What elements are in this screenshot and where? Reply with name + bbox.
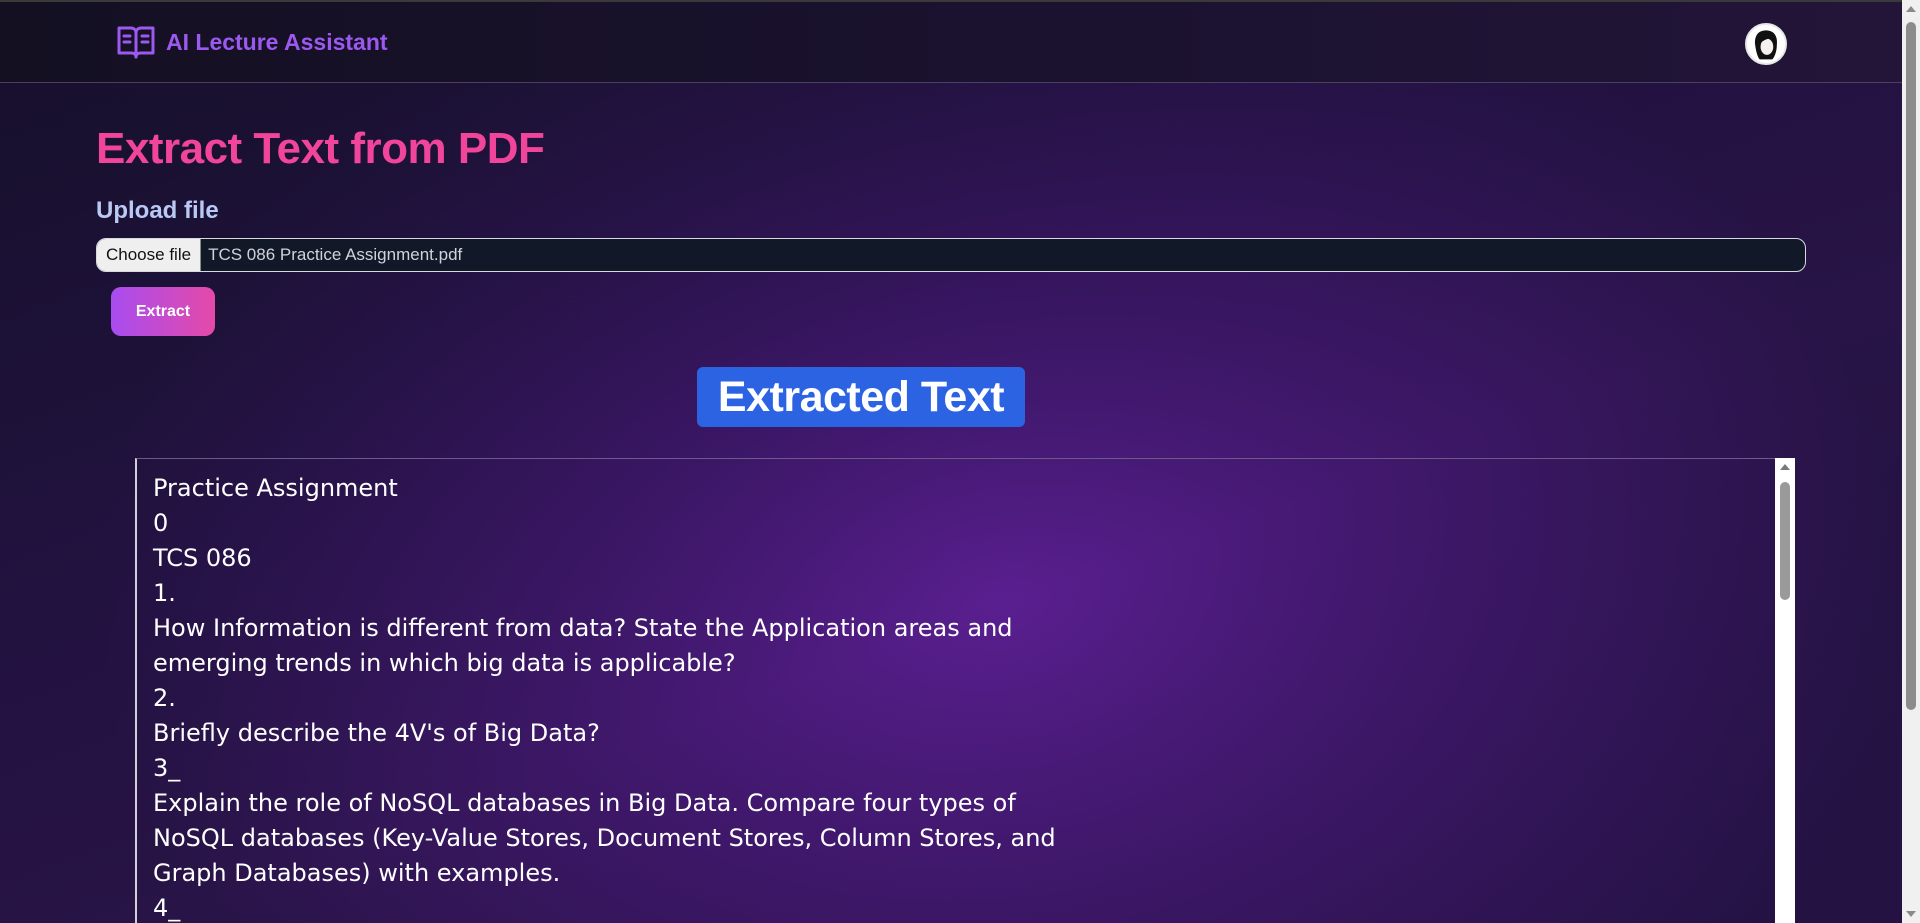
text-area-scrollbar[interactable] <box>1775 458 1795 923</box>
text-line: emerging trends in which big data is app… <box>153 649 736 677</box>
brand[interactable]: AI Lecture Assistant <box>116 24 388 60</box>
text-line: Graph Databases) with examples. <box>153 859 561 887</box>
text-line: How Information is different from data? … <box>153 614 1013 642</box>
file-input[interactable]: Choose file TCS 086 Practice Assignment.… <box>96 238 1806 272</box>
text-line: Briefly describe the 4V's of Big Data? <box>153 719 600 747</box>
top-navbar: AI Lecture Assistant <box>0 0 1902 83</box>
text-line: 1. <box>153 579 176 607</box>
text-line: TCS 086 <box>153 544 252 572</box>
extract-button[interactable]: Extract <box>111 287 215 336</box>
upload-label: Upload file <box>96 197 219 224</box>
text-line: 3_ <box>153 754 181 782</box>
text-line: 4_ <box>153 894 181 922</box>
text-line: Practice Assignment <box>153 474 398 502</box>
selected-file-name: TCS 086 Practice Assignment.pdf <box>208 245 463 264</box>
page-scrollbar[interactable] <box>1902 0 1920 923</box>
scroll-thumb[interactable] <box>1906 22 1916 710</box>
scroll-up-icon[interactable] <box>1906 6 1916 12</box>
choose-file-button[interactable]: Choose file <box>97 239 202 271</box>
extracted-text-content: Practice Assignment 0 TCS 086 1. How Inf… <box>153 471 1453 923</box>
user-avatar-icon[interactable] <box>1745 23 1787 65</box>
page-title: Extract Text from PDF <box>96 124 545 173</box>
app-title: AI Lecture Assistant <box>166 28 388 55</box>
open-book-icon <box>116 24 156 60</box>
scroll-up-icon[interactable] <box>1780 464 1790 470</box>
text-line: 2. <box>153 684 176 712</box>
text-line: Explain the role of NoSQL databases in B… <box>153 789 1016 817</box>
scroll-down-icon[interactable] <box>1906 911 1916 917</box>
scroll-thumb[interactable] <box>1780 482 1790 600</box>
extracted-text-area[interactable]: Practice Assignment 0 TCS 086 1. How Inf… <box>135 458 1795 923</box>
text-line: 0 <box>153 509 169 537</box>
extracted-text-heading: Extracted Text <box>697 367 1025 427</box>
text-line: NoSQL databases (Key-Value Stores, Docum… <box>153 824 1056 852</box>
